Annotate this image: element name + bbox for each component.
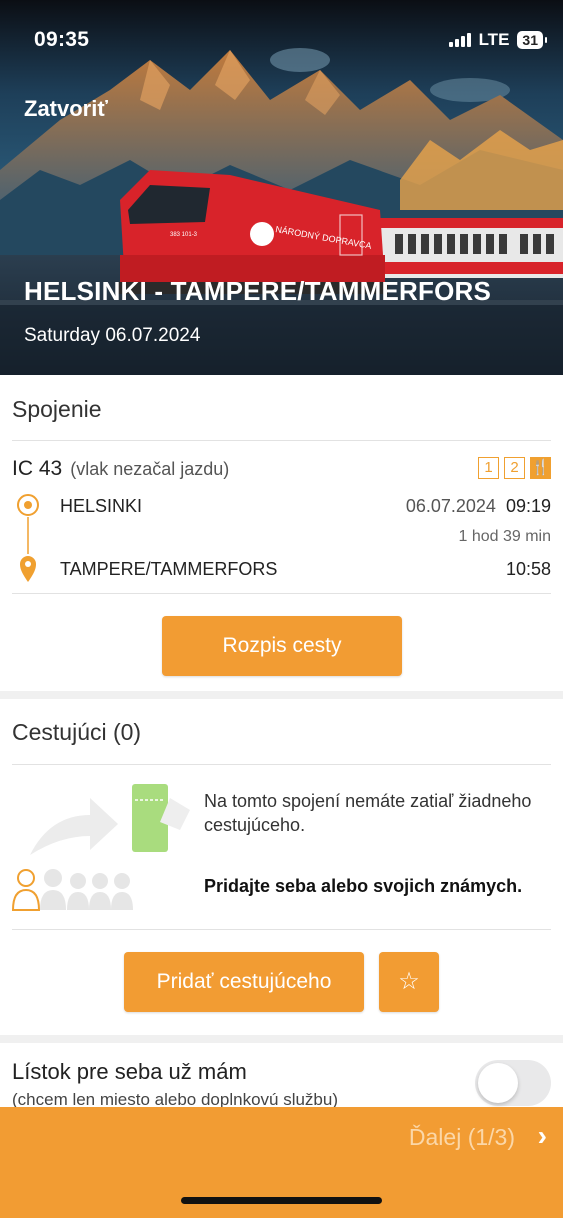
- star-icon: ☆: [398, 968, 420, 995]
- train-illustration: NÁRODNÝ DOPRAVCA 383 101-3: [0, 0, 563, 375]
- empty-passengers-illustration: [11, 784, 190, 911]
- second-class-icon: 2: [504, 457, 525, 479]
- connection-title: Spojenie: [12, 396, 102, 422]
- network-type: LTE: [478, 30, 510, 49]
- divider: [12, 929, 551, 930]
- passengers-title: Cestujúci (0): [12, 719, 142, 745]
- divider: [12, 440, 551, 441]
- travel-duration: 1 hod 39 min: [458, 528, 551, 545]
- home-indicator: [181, 1197, 382, 1204]
- own-ticket-label: Lístok pre seba už mám: [12, 1059, 247, 1084]
- add-passenger-button[interactable]: Pridať cestujúceho: [124, 952, 364, 1012]
- divider: [12, 593, 551, 594]
- toggle-knob: [478, 1063, 518, 1103]
- itinerary-button[interactable]: Rozpis cesty: [162, 616, 402, 676]
- train-number: IC 43: [12, 457, 63, 480]
- route-title: HELSINKI - TAMPERE/TAMMERFORS: [24, 276, 492, 306]
- add-passengers-hint: Pridajte seba alebo svojich známych.: [204, 876, 523, 896]
- train-info: IC 43 (vlak nezačal jazdu): [12, 457, 229, 481]
- departure-date: 06.07.2024: [405, 496, 496, 516]
- origin-station: HELSINKI: [60, 496, 143, 516]
- first-class-icon: 1: [478, 457, 499, 479]
- divider: [12, 764, 551, 765]
- header-banner: NÁRODNÝ DOPRAVCA 383 101-3: [0, 0, 563, 375]
- destination-station: TAMPERE/TAMMERFORS: [60, 559, 278, 579]
- next-button[interactable]: Ďalej (1/3): [409, 1124, 515, 1151]
- battery-icon: 31: [517, 31, 547, 49]
- departure: 06.07.2024 09:19: [406, 496, 551, 517]
- signal-icon: [448, 33, 471, 47]
- chevron-right-icon[interactable]: ›: [538, 1120, 547, 1152]
- restaurant-icon: 🍴: [530, 457, 551, 479]
- locomotive-number: 383 101-3: [170, 232, 198, 238]
- arrival-time: 10:58: [505, 559, 551, 579]
- own-ticket-toggle[interactable]: [475, 1060, 551, 1106]
- favorite-button[interactable]: ☆: [379, 952, 439, 1012]
- departure-time: 09:19: [505, 496, 551, 516]
- route-line: [17, 494, 39, 582]
- empty-passengers-message: Na tomto spojení nemáte zatiaľ žiadneho …: [204, 791, 532, 835]
- status-time: 09:35: [34, 28, 90, 51]
- train-badges: 1 2 🍴: [478, 457, 551, 479]
- route-date: Saturday 06.07.2024: [24, 325, 201, 346]
- status-bar: 09:35 LTE 31: [34, 28, 547, 56]
- train-status: (vlak nezačal jazdu): [70, 459, 230, 479]
- close-button[interactable]: Zatvoriť: [24, 96, 108, 122]
